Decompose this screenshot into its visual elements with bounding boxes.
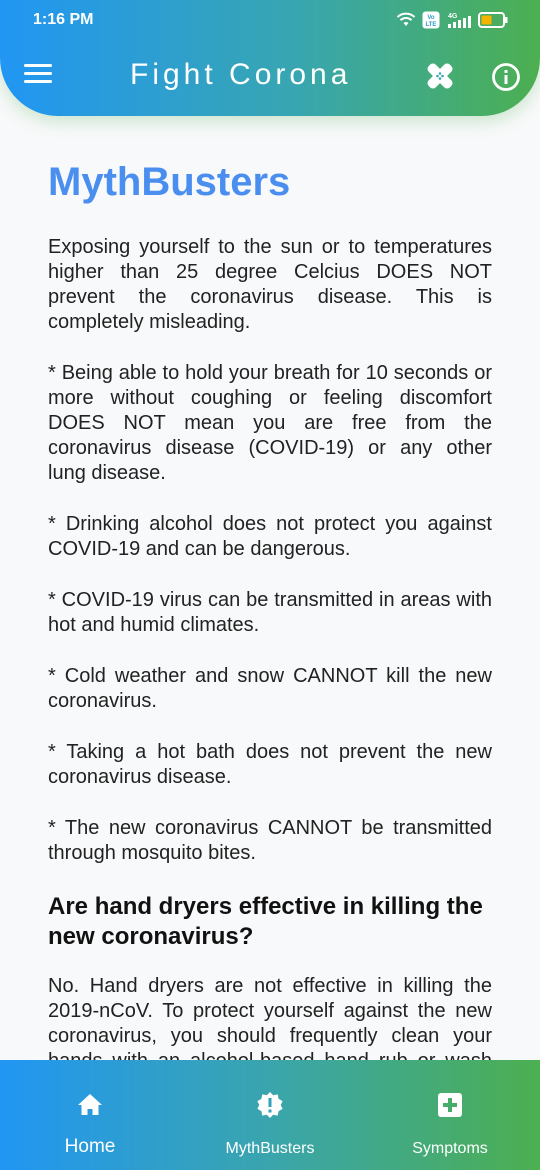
status-bar: 1:16 PM Vo LTE 4G [0,0,540,40]
myth-paragraph: * Drinking alcohol does not protect you … [48,513,492,560]
nav-label: Symptoms [412,1140,488,1157]
volte-icon: Vo LTE [422,11,440,29]
mythbusters-content[interactable]: MythBusters Exposing yourself to the sun… [48,158,492,1060]
myth-paragraph: * Cold weather and snow CANNOT kill the … [48,665,492,712]
nav-label: Home [64,1136,116,1157]
toolbar: Fight Corona [0,40,540,112]
myth-paragraph: * Being able to hold your breath for 10 … [48,362,492,484]
answer-paragraph: No. Hand dryers are not effective in kil… [48,975,492,1060]
status-icons: Vo LTE 4G [396,11,508,29]
bandage-icon[interactable] [424,60,456,92]
myth-paragraph: Exposing yourself to the sun or to tempe… [48,236,492,333]
alert-badge-icon [257,1092,283,1118]
bottom-navigation: Home MythBusters Symptoms [0,1060,540,1170]
myth-paragraph: * The new coronavirus CANNOT be transmit… [48,817,492,864]
info-icon[interactable] [491,62,521,92]
home-icon [78,1094,102,1115]
nav-label: MythBusters [225,1140,315,1157]
4g-signal-icon: 4G [448,13,471,28]
status-time: 1:16 PM [33,11,94,28]
svg-text:4G: 4G [448,13,458,20]
nav-item-mythbusters[interactable]: MythBusters [180,1060,360,1170]
section-heading: Are hand dryers effective in killing the… [48,893,483,950]
myth-paragraph: * Taking a hot bath does not prevent the… [48,741,492,788]
nav-item-home[interactable]: Home [0,1060,180,1170]
battery-icon [478,12,508,28]
wifi-icon [396,12,416,26]
page-title: MythBusters [48,160,291,204]
app-title: Fight Corona [130,58,352,91]
svg-text:Vo: Vo [427,15,435,21]
nav-item-symptoms[interactable]: Symptoms [360,1060,540,1170]
medical-cross-icon [438,1093,462,1117]
svg-text:LTE: LTE [426,22,437,28]
menu-icon[interactable] [24,64,52,88]
myth-paragraph: * COVID-19 virus can be transmitted in a… [48,589,492,636]
app-bar: 1:16 PM Vo LTE 4G Fight Corona [0,0,540,116]
